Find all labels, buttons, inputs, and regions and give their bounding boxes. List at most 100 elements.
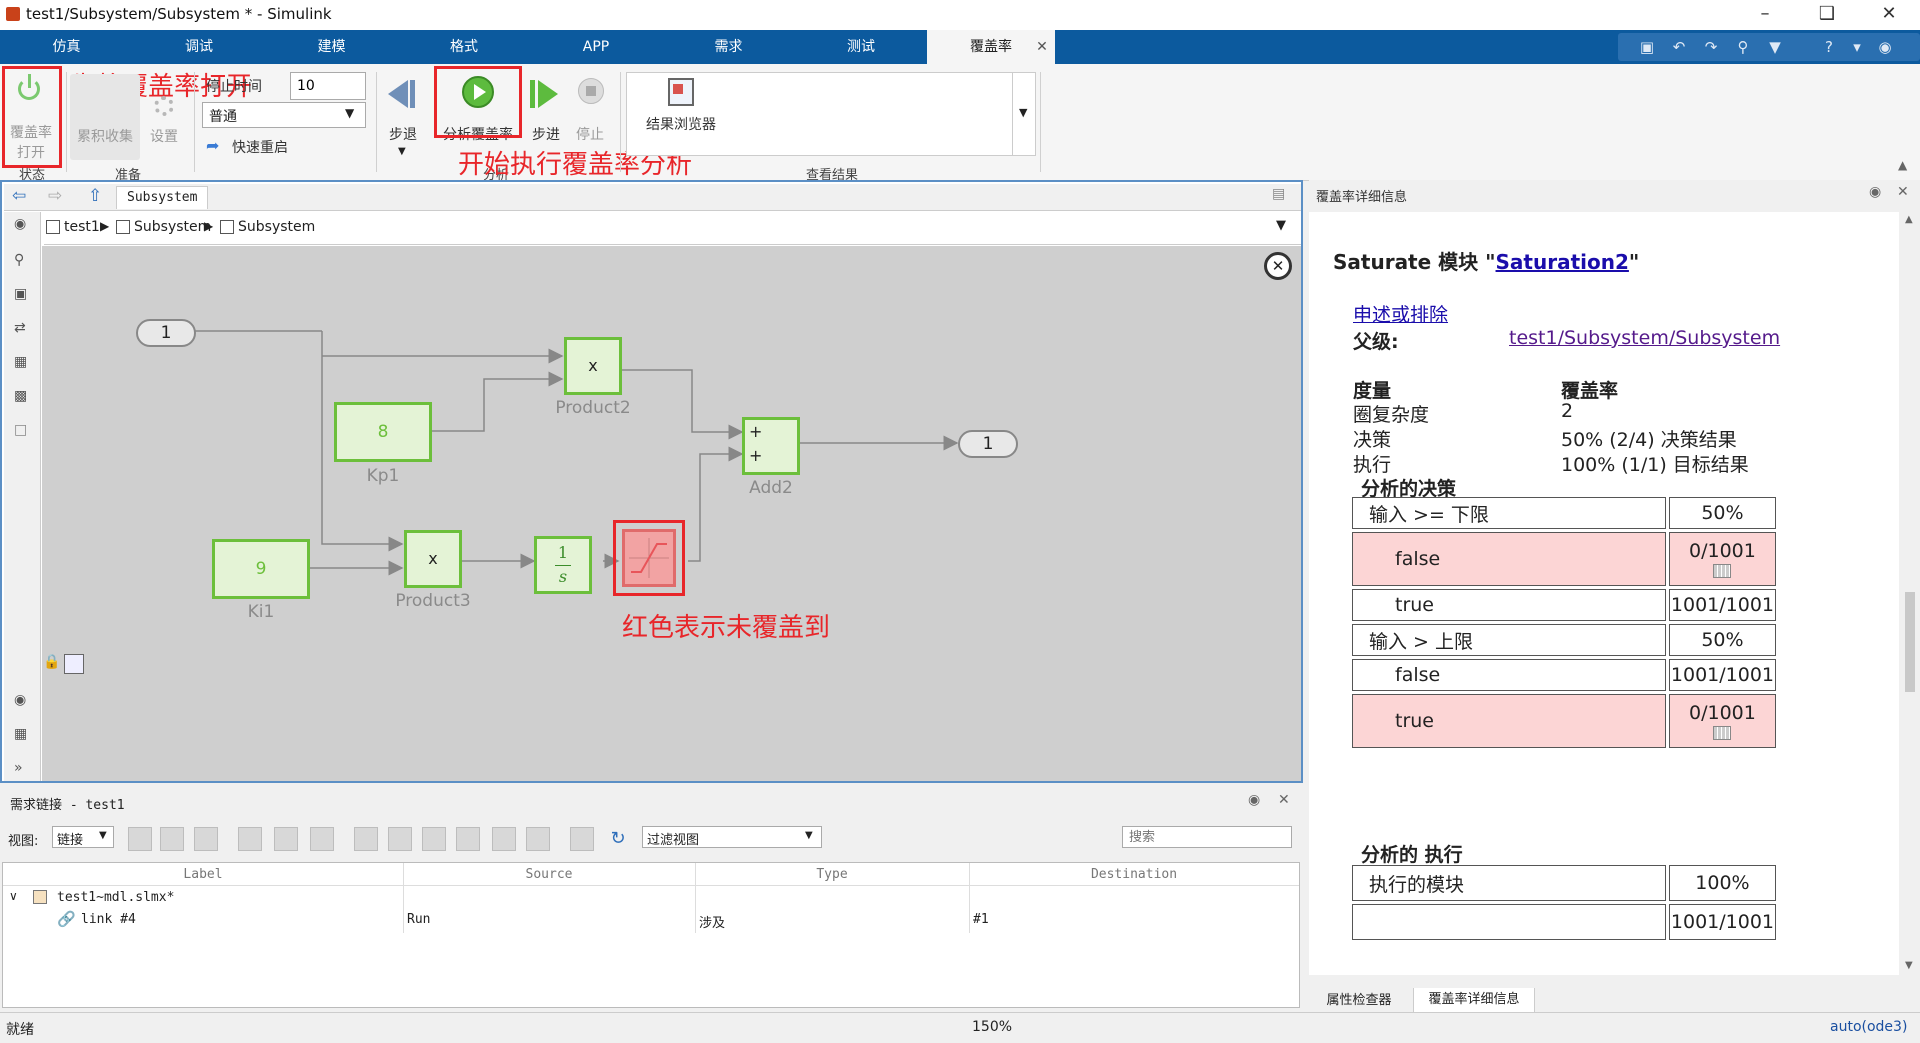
add-block[interactable]: + + xyxy=(742,417,800,475)
tab-modeling[interactable]: 建模 xyxy=(265,30,398,64)
property-icon[interactable]: ▦ xyxy=(14,726,27,742)
tab-requirements[interactable]: 需求 xyxy=(662,30,795,64)
toolbar-button[interactable] xyxy=(238,827,262,851)
redo-button[interactable] xyxy=(526,827,550,851)
tab-simulation[interactable]: 仿真 xyxy=(0,30,133,64)
gallery-scroll[interactable]: ▼ xyxy=(1012,72,1037,156)
product2-block[interactable]: x xyxy=(564,337,622,395)
forward-arrow-icon[interactable]: ⇨ xyxy=(48,186,62,206)
scroll-down-icon[interactable]: ▼ xyxy=(1905,960,1913,971)
breadcrumb-item-subsystem-2[interactable]: Subsystem xyxy=(238,219,315,235)
undo-button[interactable] xyxy=(492,827,516,851)
stop-time-input[interactable] xyxy=(290,72,366,100)
breadcrumb-item-subsystem-1[interactable]: Subsystem xyxy=(134,219,211,235)
integrator-block[interactable]: 1 s xyxy=(534,536,592,594)
filter-view-dropdown[interactable]: 过滤视图 ▼ xyxy=(642,826,822,848)
redo-icon[interactable]: ↷ xyxy=(1700,36,1722,58)
chevron-down-icon[interactable]: ▼ xyxy=(1276,218,1286,233)
tab-debug[interactable]: 调试 xyxy=(133,30,265,64)
annotation-icon[interactable]: ▦ xyxy=(14,354,27,370)
area-icon[interactable]: □ xyxy=(14,422,27,438)
up-arrow-icon[interactable]: ⇧ xyxy=(88,186,102,206)
column-header-destination[interactable]: Destination xyxy=(969,867,1299,882)
toolbar-button[interactable] xyxy=(388,827,412,851)
toolbar-button[interactable] xyxy=(456,827,480,851)
undo-icon[interactable]: ↶ xyxy=(1668,36,1690,58)
chevron-down-icon[interactable]: ▾ xyxy=(1846,36,1868,58)
justify-link[interactable]: 申述或排除 xyxy=(1353,300,1448,327)
results-browser-button[interactable]: 结果浏览器 xyxy=(636,78,726,148)
filter-icon[interactable]: ▼ xyxy=(1764,36,1786,58)
maximize-button[interactable]: ❑ xyxy=(1804,0,1850,30)
signal-icon[interactable]: ⇄ xyxy=(14,320,26,336)
tab-format[interactable]: 格式 xyxy=(398,30,530,64)
collapse-ribbon-icon[interactable]: ▲ xyxy=(1898,158,1907,172)
close-canvas-icon[interactable]: ✕ xyxy=(1264,252,1292,280)
toolbar-button[interactable] xyxy=(570,827,594,851)
column-header-source[interactable]: Source xyxy=(403,867,695,882)
vertical-scrollbar[interactable]: ▲ ▼ xyxy=(1903,212,1917,975)
panel-menu-icon[interactable]: ◉ xyxy=(1248,792,1260,808)
outport-block[interactable]: 1 xyxy=(958,430,1018,458)
diagram-canvas[interactable]: ✕ 1 1 8 Kp1 9 Ki1 x Product2 x Product3 … xyxy=(42,246,1301,781)
save-icon[interactable]: ▣ xyxy=(1636,36,1658,58)
detail-grid-icon[interactable] xyxy=(1713,564,1732,578)
search-icon[interactable]: ⚲ xyxy=(1732,36,1754,58)
step-back-button[interactable]: 步退 ▼ xyxy=(380,72,426,166)
block-link[interactable]: Saturation2 xyxy=(1496,250,1629,274)
refresh-icon[interactable]: ↻ xyxy=(606,827,630,851)
table-row[interactable]: ∨ test1~mdl.slmx* xyxy=(3,887,1299,909)
parent-link[interactable]: test1/Subsystem/Subsystem xyxy=(1509,327,1780,349)
back-arrow-icon[interactable]: ⇦ xyxy=(12,186,26,206)
coverage-settings-button[interactable]: 设置 xyxy=(144,74,184,160)
sim-mode-dropdown[interactable]: 普通 ▼ xyxy=(202,102,366,128)
product3-block[interactable]: x xyxy=(404,530,462,588)
column-header-type[interactable]: Type xyxy=(695,867,969,882)
scrollbar-thumb[interactable] xyxy=(1905,592,1915,692)
inport-block[interactable]: 1 xyxy=(136,319,196,347)
toolbar-button[interactable] xyxy=(128,827,152,851)
panel-bottom-tab-property[interactable]: 属性检查器 xyxy=(1309,990,1409,1012)
panel-menu-icon[interactable]: ◉ xyxy=(1869,184,1881,200)
editor-tab-subsystem[interactable]: Subsystem xyxy=(116,186,209,209)
toolbar-button[interactable] xyxy=(160,827,184,851)
kp-gain-block[interactable]: 8 xyxy=(334,402,432,462)
table-row[interactable]: 🔗 link #4 Run 涉及 #1 xyxy=(3,909,1299,931)
toolbar-button[interactable] xyxy=(422,827,446,851)
close-panel-icon[interactable]: ✕ xyxy=(1278,792,1290,808)
lock-icon[interactable]: 🔒 xyxy=(42,654,62,674)
chevron-down-icon[interactable]: ∨ xyxy=(9,889,18,903)
panel-bottom-tab-coverage[interactable]: 覆盖率详细信息 xyxy=(1413,988,1535,1013)
accumulate-button[interactable]: 累积收集 xyxy=(70,74,140,160)
minimize-button[interactable]: – xyxy=(1742,0,1788,30)
editor-menu-icon[interactable]: ▤ xyxy=(1272,186,1285,202)
toolbar-button[interactable] xyxy=(354,827,378,851)
solver-status[interactable]: auto(ode3) xyxy=(1830,1019,1907,1035)
toolbar-button[interactable] xyxy=(274,827,298,851)
hide-explorer-icon[interactable]: ◉ xyxy=(14,216,26,232)
options-icon[interactable]: ◉ xyxy=(1874,36,1896,58)
camera-icon[interactable]: ◉ xyxy=(14,692,26,708)
fast-restart-button[interactable]: ➦ 快速重启 xyxy=(204,134,324,158)
zoom-icon[interactable]: ⚲ xyxy=(14,252,24,268)
breadcrumb-item-model[interactable]: test1 xyxy=(64,219,100,235)
tab-apps[interactable]: APP xyxy=(530,30,662,64)
detail-grid-icon[interactable] xyxy=(1713,726,1732,740)
close-panel-icon[interactable]: ✕ xyxy=(1897,184,1909,200)
close-window-button[interactable]: ✕ xyxy=(1866,0,1912,30)
view-dropdown[interactable]: 链接 ▼ xyxy=(52,826,114,848)
tab-test[interactable]: 测试 xyxy=(795,30,927,64)
toolbar-button[interactable] xyxy=(194,827,218,851)
saturation-block[interactable] xyxy=(622,529,676,587)
model-browser-icon[interactable] xyxy=(64,654,84,674)
expand-icon[interactable]: » xyxy=(14,760,23,776)
search-input[interactable] xyxy=(1122,826,1292,848)
toolbar-button[interactable] xyxy=(310,827,334,851)
image-icon[interactable]: ▩ xyxy=(14,388,27,404)
fit-view-icon[interactable]: ▣ xyxy=(14,286,27,302)
close-tab-icon[interactable]: ✕ xyxy=(1030,30,1054,64)
scroll-up-icon[interactable]: ▲ xyxy=(1905,214,1913,225)
help-icon[interactable]: ? xyxy=(1818,36,1840,58)
column-header-label[interactable]: Label xyxy=(3,867,403,882)
ki-gain-block[interactable]: 9 xyxy=(212,539,310,599)
